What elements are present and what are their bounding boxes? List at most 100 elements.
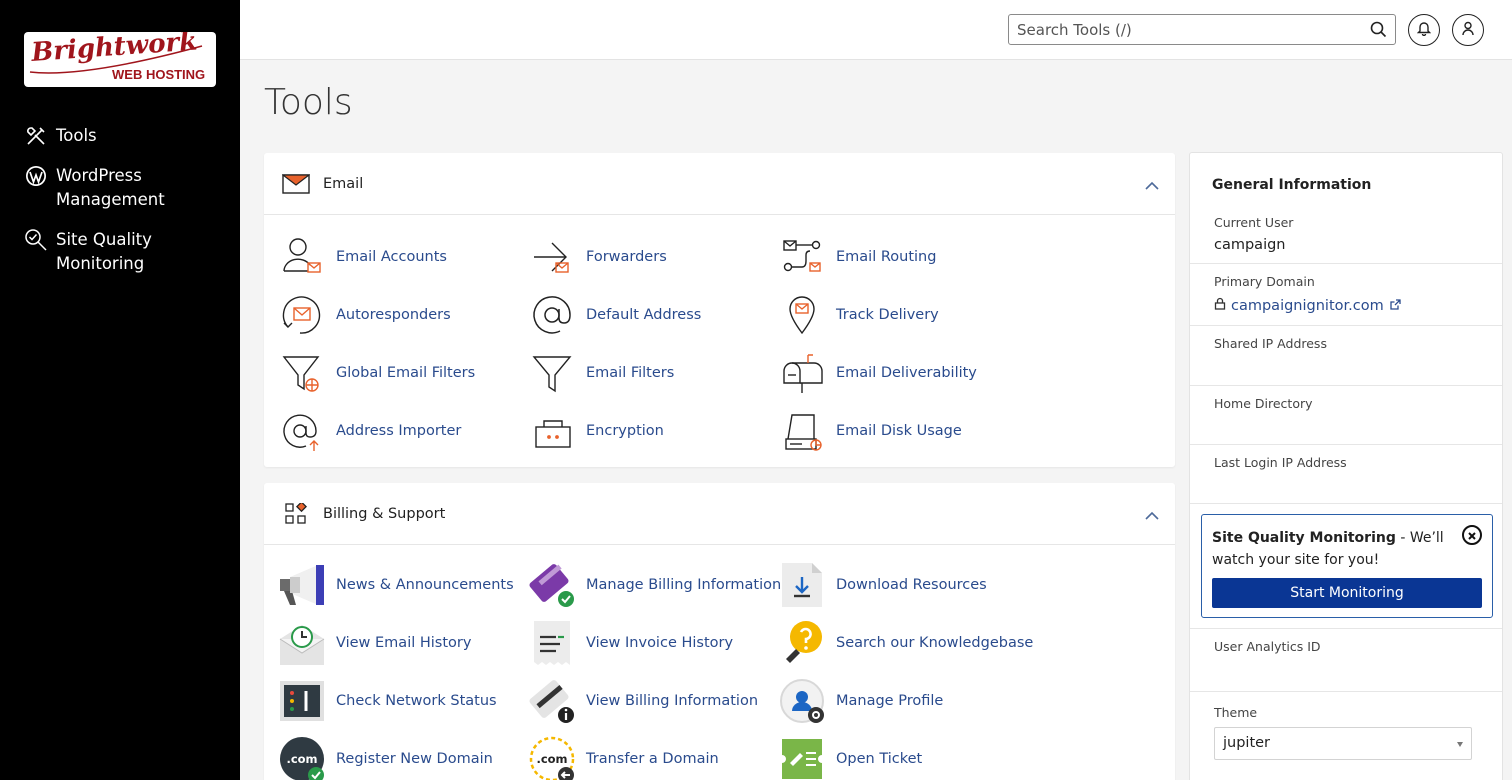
disk-usage-icon xyxy=(778,407,826,455)
profile-icon xyxy=(778,677,826,725)
tool-transfer-domain[interactable]: .com Transfer a Domain xyxy=(528,735,719,780)
tool-view-email-history[interactable]: View Email History xyxy=(278,619,471,667)
tool-forwarders[interactable]: Forwarders xyxy=(528,233,667,281)
user-menu-button[interactable] xyxy=(1452,14,1484,46)
envelope-icon xyxy=(282,170,310,198)
tool-email-accounts[interactable]: Email Accounts xyxy=(278,233,447,281)
tool-global-email-filters[interactable]: Global Email Filters xyxy=(278,349,475,397)
search-box xyxy=(1008,14,1396,45)
tool-address-importer[interactable]: Address Importer xyxy=(278,407,461,455)
download-icon xyxy=(778,561,826,609)
tool-manage-billing[interactable]: Manage Billing Information xyxy=(528,561,781,609)
last-login-ip-row: Last Login IP Address xyxy=(1190,445,1502,504)
brand-logo[interactable]: Brightwork WEB HOSTING xyxy=(24,32,216,87)
mailbox-icon xyxy=(778,349,826,397)
autoresponders-icon xyxy=(278,291,326,339)
lock-icon xyxy=(1214,297,1226,314)
domain-badge-text: .com xyxy=(286,752,318,766)
map-pin-icon xyxy=(778,291,826,339)
top-bar xyxy=(240,0,1512,60)
forwarders-icon xyxy=(528,233,576,281)
general-info-panel: General Information Current User campaig… xyxy=(1189,152,1503,780)
primary-domain-row: Primary Domain campaignignitor.com xyxy=(1190,264,1502,326)
sidebar-item-label: Tools xyxy=(56,126,97,145)
user-icon xyxy=(1461,21,1475,40)
sqm-title: Site Quality Monitoring xyxy=(1212,530,1396,546)
tool-news-announcements[interactable]: News & Announcements xyxy=(278,561,514,609)
sidebar-item-label: Site Quality Monitoring xyxy=(56,230,152,273)
shared-ip-row: Shared IP Address xyxy=(1190,326,1502,386)
svg-text:WEB HOSTING: WEB HOSTING xyxy=(112,67,205,82)
sidebar-nav: Tools WordPress Management Site Quality … xyxy=(0,124,240,292)
bell-icon xyxy=(1416,21,1432,40)
filter-icon xyxy=(528,349,576,397)
home-directory-row: Home Directory xyxy=(1190,386,1502,445)
billing-panel-header[interactable]: Billing & Support xyxy=(264,483,1175,545)
tool-open-ticket[interactable]: Open Ticket xyxy=(778,735,922,780)
theme-select[interactable]: jupiter xyxy=(1214,727,1472,760)
tool-search-knowledgebase[interactable]: Search our Knowledgebase xyxy=(778,619,1033,667)
current-user-row: Current User campaign xyxy=(1190,205,1502,264)
site-quality-callout: Site Quality Monitoring - We’ll watch yo… xyxy=(1201,514,1493,618)
tool-autoresponders[interactable]: Autoresponders xyxy=(278,291,451,339)
site-quality-icon xyxy=(24,228,48,252)
invoice-icon xyxy=(528,619,576,667)
chevron-up-icon[interactable] xyxy=(1145,505,1159,524)
email-routing-icon xyxy=(778,233,826,281)
general-info-title: General Information xyxy=(1212,177,1372,193)
search-input[interactable] xyxy=(1009,15,1349,44)
megaphone-icon xyxy=(278,561,326,609)
billing-panel: Billing & Support News & Announcements M… xyxy=(264,483,1175,780)
search-icon[interactable] xyxy=(1370,21,1387,42)
page-title: Tools xyxy=(264,82,353,123)
caret-down-icon xyxy=(1457,742,1463,747)
start-monitoring-button[interactable]: Start Monitoring xyxy=(1212,578,1482,608)
tool-email-disk-usage[interactable]: Email Disk Usage xyxy=(778,407,962,455)
tool-default-address[interactable]: Default Address xyxy=(528,291,701,339)
sidebar-item-wordpress[interactable]: WordPress Management xyxy=(0,164,240,212)
billing-panel-title: Billing & Support xyxy=(323,505,446,522)
tool-manage-profile[interactable]: Manage Profile xyxy=(778,677,943,725)
close-icon xyxy=(1467,526,1477,545)
billing-info-icon xyxy=(528,677,576,725)
sidebar-item-label: WordPress Management xyxy=(56,166,165,209)
grid-apps-icon xyxy=(282,500,310,528)
address-importer-icon xyxy=(278,407,326,455)
lock-icon xyxy=(528,407,576,455)
network-status-icon xyxy=(278,677,326,725)
sidebar-item-site-quality[interactable]: Site Quality Monitoring xyxy=(0,228,240,276)
sidebar-item-tools[interactable]: Tools xyxy=(0,124,240,148)
tool-email-deliverability[interactable]: Email Deliverability xyxy=(778,349,977,397)
email-history-icon xyxy=(278,619,326,667)
brightwork-logo: Brightwork WEB HOSTING xyxy=(29,32,205,82)
current-user-value: campaign xyxy=(1214,237,1286,253)
tool-track-delivery[interactable]: Track Delivery xyxy=(778,291,939,339)
primary-domain-link[interactable]: campaignignitor.com xyxy=(1214,297,1401,314)
tool-encryption[interactable]: Encryption xyxy=(528,407,664,455)
at-sign-icon xyxy=(528,291,576,339)
tool-register-domain[interactable]: .com Register New Domain xyxy=(278,735,493,780)
domain-badge-text: .com xyxy=(536,752,568,766)
register-domain-icon: .com xyxy=(278,735,326,780)
tool-check-network-status[interactable]: Check Network Status xyxy=(278,677,497,725)
transfer-domain-icon: .com xyxy=(528,735,576,780)
lightbulb-icon xyxy=(778,619,826,667)
tool-view-billing-info[interactable]: View Billing Information xyxy=(528,677,758,725)
credit-card-icon xyxy=(528,561,576,609)
tool-email-filters[interactable]: Email Filters xyxy=(528,349,674,397)
ticket-icon xyxy=(778,735,826,780)
external-link-icon xyxy=(1390,298,1401,314)
tool-view-invoice-history[interactable]: View Invoice History xyxy=(528,619,733,667)
tool-email-routing[interactable]: Email Routing xyxy=(778,233,936,281)
chevron-up-icon[interactable] xyxy=(1145,175,1159,194)
tool-download-resources[interactable]: Download Resources xyxy=(778,561,987,609)
global-filter-icon xyxy=(278,349,326,397)
email-accounts-icon xyxy=(278,233,326,281)
email-panel: Email Email Accounts Forwarders Email Ro… xyxy=(264,153,1175,467)
svg-text:Brightwork: Brightwork xyxy=(29,32,198,68)
email-panel-title: Email xyxy=(323,175,364,192)
email-panel-header[interactable]: Email xyxy=(264,153,1175,215)
close-button[interactable] xyxy=(1462,525,1482,545)
notifications-button[interactable] xyxy=(1408,14,1440,46)
user-analytics-row: User Analytics ID xyxy=(1190,628,1502,692)
